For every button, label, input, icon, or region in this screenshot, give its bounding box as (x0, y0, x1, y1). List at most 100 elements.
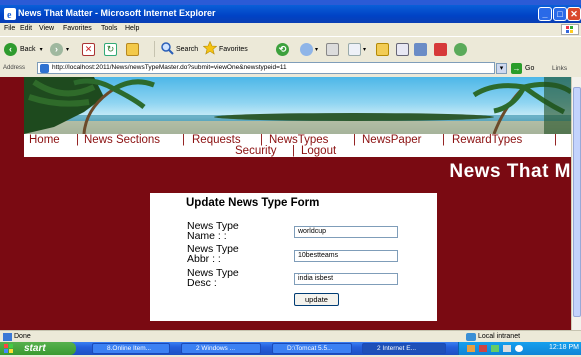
favorites-button[interactable]: Favorites (202, 40, 248, 57)
start-label: start (24, 343, 46, 354)
edit-button[interactable]: ▾ (348, 41, 366, 57)
maximize-button[interactable]: □ (553, 7, 567, 21)
page-heading: News That M (449, 161, 571, 182)
home-button[interactable] (126, 41, 139, 57)
print-button[interactable] (326, 41, 339, 57)
messenger-icon (454, 42, 467, 56)
form-title: Update News Type Form (186, 197, 320, 209)
update-news-type-form: Update News Type Form News Type Name : :… (150, 193, 437, 321)
intranet-zone-icon (466, 333, 476, 341)
minimize-button[interactable]: _ (538, 7, 552, 21)
news-type-name-input[interactable]: worldcup (294, 226, 398, 238)
nav-rewardtypes-link[interactable]: RewardTypes (452, 134, 522, 146)
folder-icon (376, 42, 389, 56)
banner-image (24, 77, 571, 134)
taskbar-task-4[interactable]: 2 Internet E... (362, 343, 446, 354)
address-bar: Address http://localhost:2011/News/newsT… (0, 61, 581, 76)
go-label: Go (525, 65, 535, 72)
nav-separator: | (554, 134, 557, 146)
close-button[interactable]: ✕ (567, 7, 581, 21)
start-button[interactable]: start (0, 342, 76, 355)
window-title: News That Matter - Microsoft Internet Ex… (18, 8, 216, 18)
ie-icon: e (4, 8, 16, 21)
forward-button[interactable]: › ▾ (50, 41, 69, 57)
tray-icon[interactable] (491, 345, 499, 352)
home-icon (126, 42, 139, 56)
window-title-bar[interactable]: e News That Matter - Microsoft Internet … (0, 5, 581, 23)
label-line: Desc : (187, 277, 217, 289)
update-button[interactable]: update (294, 293, 339, 306)
news-type-desc-input[interactable]: india isbest (294, 273, 398, 285)
vertical-scrollbar[interactable] (571, 77, 581, 330)
tool-button-4[interactable] (454, 41, 467, 57)
menu-tools[interactable]: Tools (101, 25, 117, 32)
links-button[interactable]: Links (552, 65, 567, 72)
label-line: Abbr : : (187, 253, 221, 265)
search-icon (160, 41, 174, 57)
nav-home-link[interactable]: Home (29, 134, 60, 146)
menu-file[interactable]: File (4, 25, 15, 32)
search-label: Search (176, 45, 199, 53)
nav-security-link[interactable]: Security (235, 145, 277, 157)
forward-arrow-icon: › (50, 42, 63, 56)
folder-button[interactable] (376, 41, 389, 57)
taskbar-task-3[interactable]: D:\Tomcat 5.5... (272, 343, 352, 354)
tray-icon[interactable] (515, 345, 523, 352)
edit-icon (348, 42, 361, 56)
nav-bar: Home | News Sections | Requests | NewsTy… (24, 134, 571, 157)
tool-button-1[interactable] (396, 41, 409, 57)
history-button[interactable]: ⟲ (276, 41, 289, 57)
address-input[interactable]: http://localhost:2011/News/newsTypeMaste… (37, 62, 495, 74)
tray-icon[interactable] (503, 345, 511, 352)
menu-favorites[interactable]: Favorites (63, 25, 92, 32)
windows-flag-icon (4, 344, 14, 353)
nav-news-sections-link[interactable]: News Sections (84, 134, 160, 146)
chevron-down-icon: ▾ (39, 46, 43, 53)
flag-icon (434, 42, 447, 56)
nav-newspaper-link[interactable]: NewsPaper (362, 134, 421, 146)
chevron-down-icon: ▾ (363, 46, 367, 53)
security-zone: Local intranet (478, 333, 521, 340)
back-arrow-icon: ‹ (4, 42, 17, 56)
menu-view[interactable]: View (39, 25, 54, 32)
refresh-button[interactable]: ↻ (104, 41, 117, 57)
tool-button-3[interactable] (434, 41, 447, 57)
nav-separator: | (182, 134, 185, 146)
toolbar-separator (154, 41, 155, 57)
news-type-abbr-label: News Type Abbr : : (187, 244, 267, 265)
print-icon (326, 42, 339, 56)
menu-help[interactable]: Help (125, 25, 139, 32)
scrollbar-thumb[interactable] (573, 87, 581, 317)
toolbar: ‹ Back ▾ › ▾ ✕ ↻ Search Favorites ⟲ ▾ ▾ (0, 36, 581, 62)
nav-requests-link[interactable]: Requests (192, 134, 241, 146)
favorites-label: Favorites (219, 45, 248, 53)
system-tray: 12:18 PM (458, 342, 581, 355)
news-type-abbr-input[interactable]: 10bestteams (294, 250, 398, 262)
menu-edit[interactable]: Edit (20, 25, 32, 32)
tray-icon[interactable] (479, 345, 487, 352)
page-done-icon (3, 333, 12, 341)
nav-logout-link[interactable]: Logout (301, 145, 336, 157)
taskbar-task-2[interactable]: 2 Windows ... (181, 343, 261, 354)
tool-button-2[interactable] (414, 41, 427, 57)
nav-separator: | (442, 134, 445, 146)
windows-logo-icon (561, 24, 579, 35)
go-arrow-icon: → (511, 63, 522, 74)
address-label: Address (3, 65, 26, 71)
mail-icon (300, 42, 313, 56)
windows-taskbar: start 8.Online Item... 2 Windows ... D:\… (0, 342, 581, 355)
address-dropdown-button[interactable]: ▾ (496, 63, 507, 74)
search-button[interactable]: Search (160, 41, 198, 57)
nav-separator: | (76, 134, 79, 146)
page-icon (40, 64, 49, 73)
label-line: Name : : (187, 230, 227, 242)
history-icon: ⟲ (276, 42, 289, 56)
stop-button[interactable]: ✕ (82, 41, 95, 57)
taskbar-task-1[interactable]: 8.Online Item... (92, 343, 170, 354)
back-button[interactable]: ‹ Back ▾ (4, 41, 43, 57)
refresh-icon: ↻ (104, 42, 117, 56)
mail-button[interactable]: ▾ (300, 41, 318, 57)
nav-separator: | (292, 145, 295, 157)
tray-icon[interactable] (467, 345, 475, 352)
go-button[interactable]: → Go (511, 62, 545, 75)
